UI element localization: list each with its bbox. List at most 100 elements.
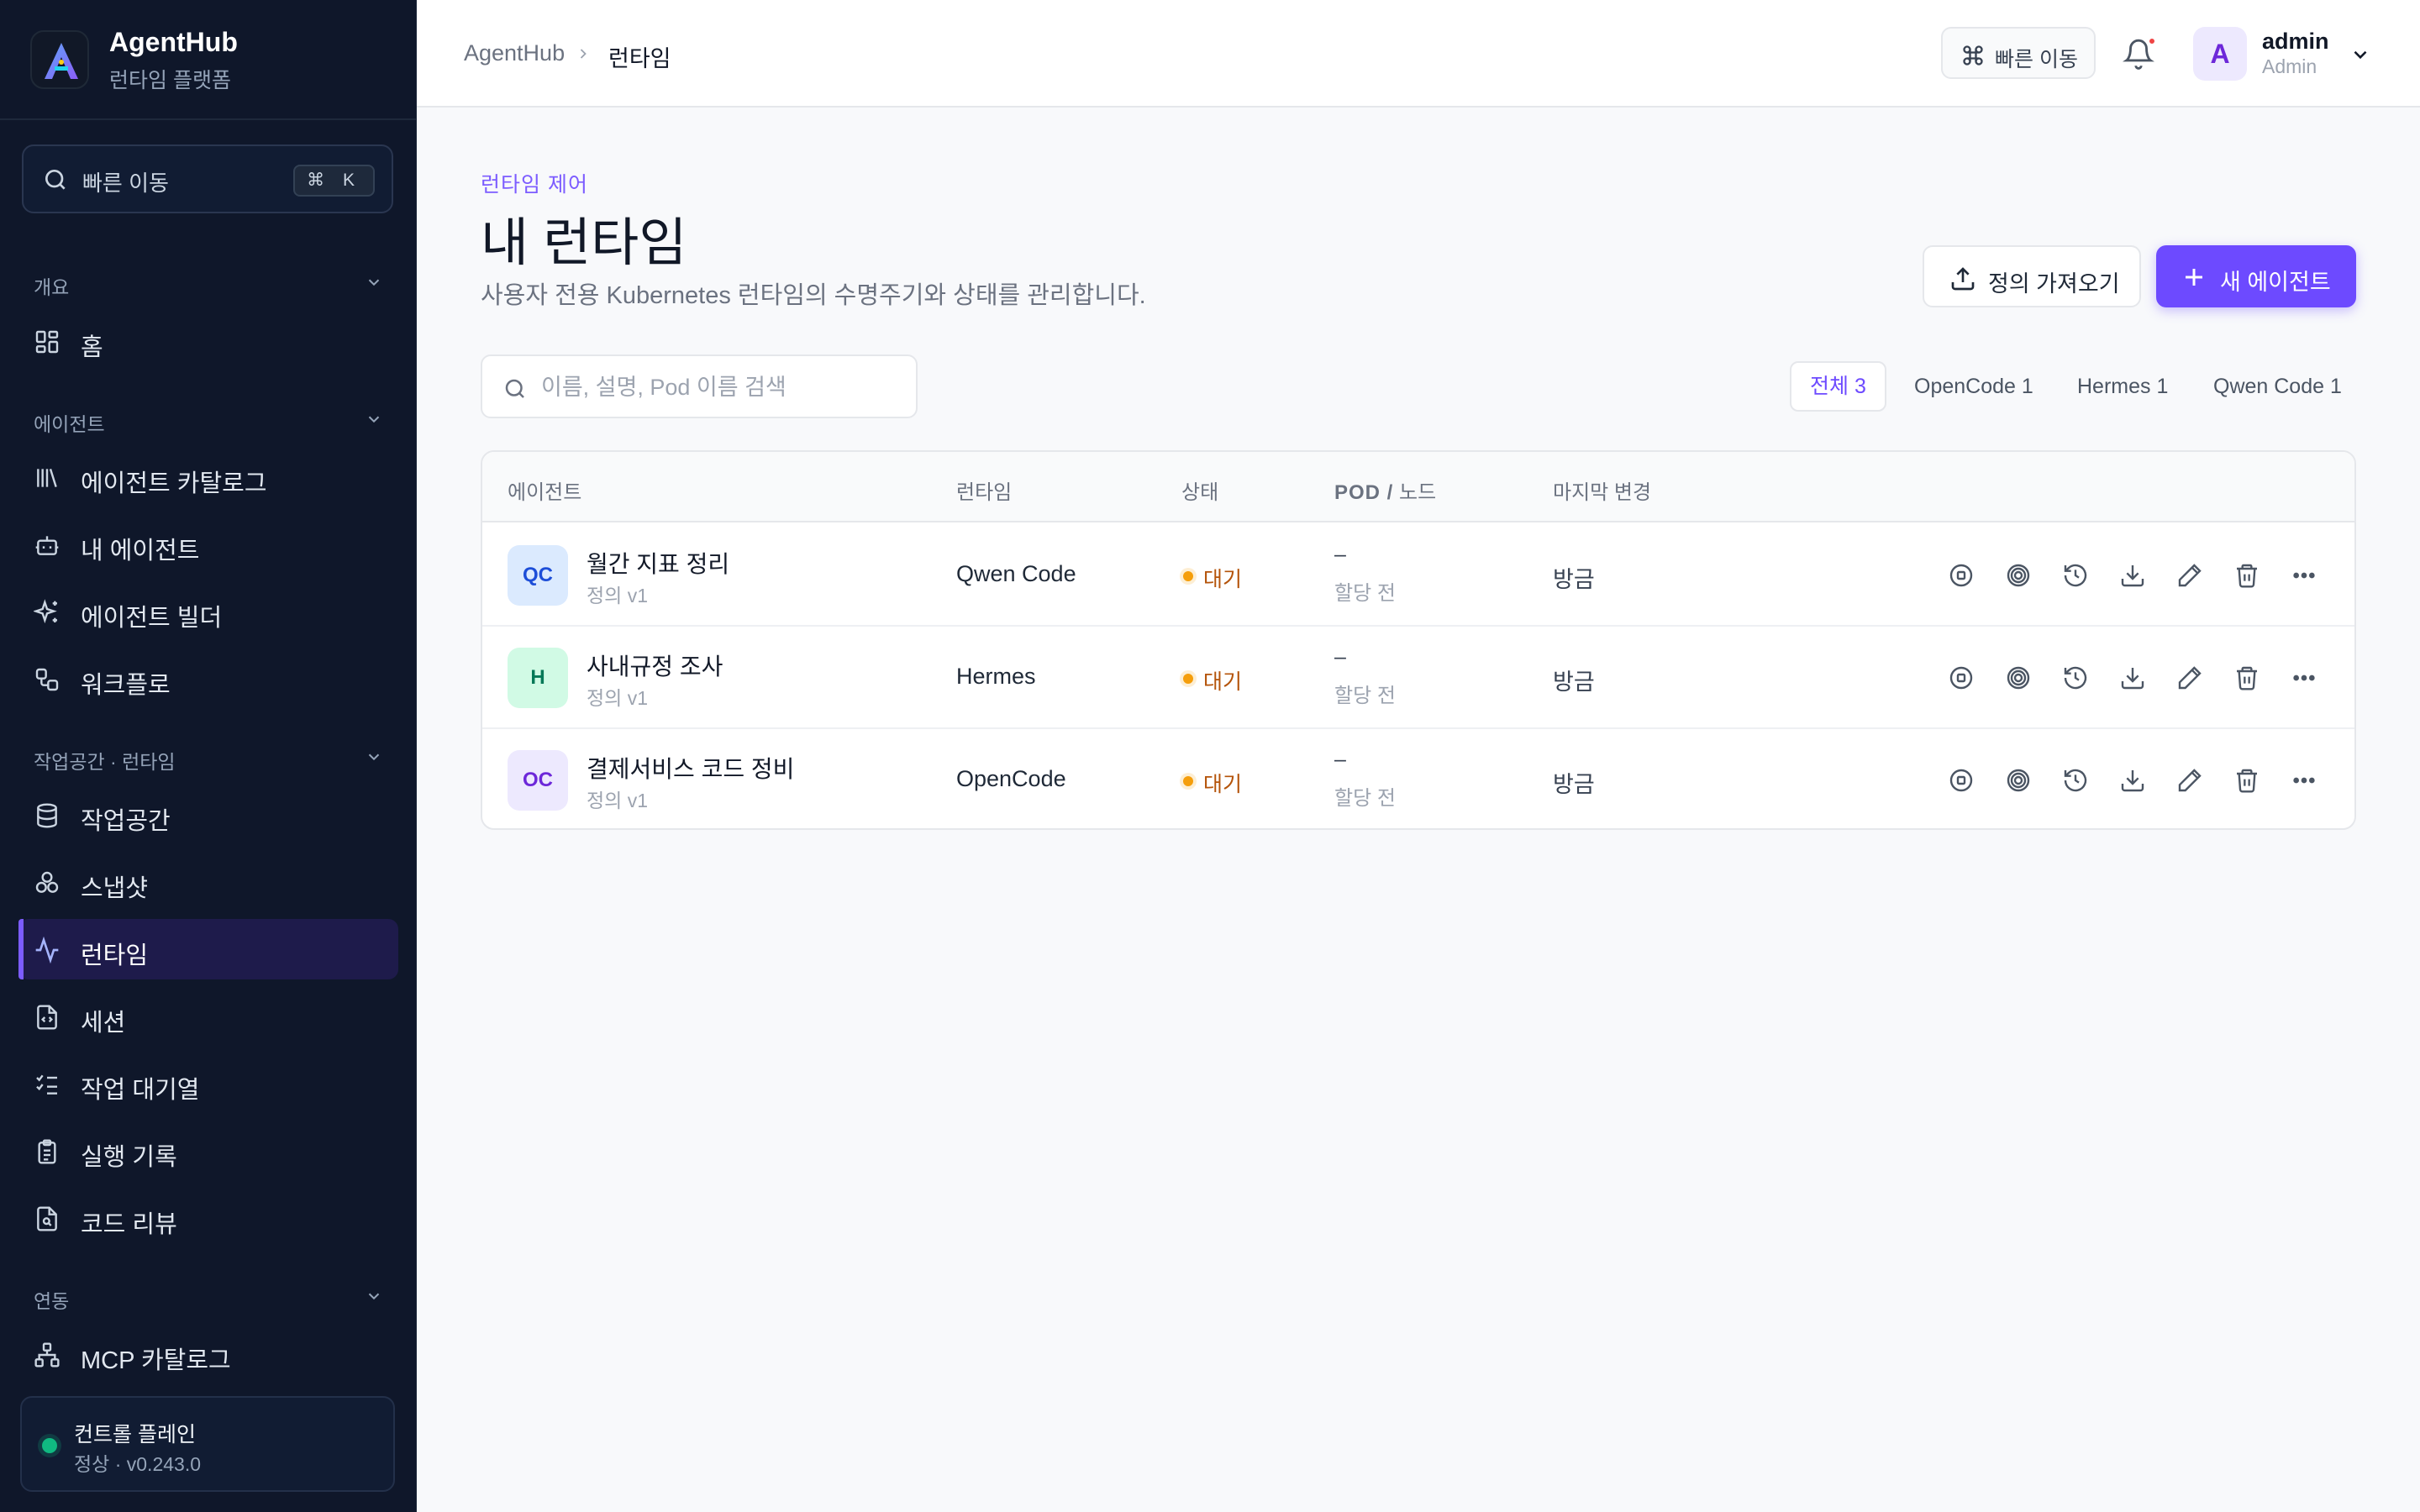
section-agents[interactable]: 에이전트 (34, 402, 383, 435)
avatar[interactable]: A (2193, 27, 2247, 81)
download-icon[interactable] (2119, 562, 2146, 589)
bot-icon (35, 536, 59, 555)
filter-all[interactable]: 전체 3 (1790, 361, 1886, 412)
stop-icon[interactable] (1948, 664, 1975, 691)
section-label: 에이전트 (34, 413, 105, 435)
trash-icon[interactable] (2233, 664, 2260, 691)
chevron-down-icon[interactable] (2349, 44, 2371, 66)
sidebar-item-home[interactable]: 홈 (18, 311, 398, 371)
search-icon (45, 170, 66, 190)
quick-nav-label: 빠른 이동 (1995, 48, 2078, 71)
edit-icon[interactable] (2176, 562, 2203, 589)
target-icon[interactable] (2005, 767, 2032, 794)
col-status[interactable]: 상태 (1181, 475, 1218, 505)
runtime-search[interactable] (481, 354, 918, 418)
status-badge: 대기 (1203, 568, 1243, 591)
last-changed: 방금 (1553, 669, 1595, 695)
breadcrumb-root[interactable]: AgentHub (464, 40, 565, 66)
section-integrations[interactable]: 연동 (34, 1278, 383, 1312)
search-input[interactable] (541, 371, 902, 403)
sidebar-item-runtime[interactable]: 런타임 (18, 919, 398, 979)
pod-name: – (1334, 748, 1346, 771)
control-plane-status[interactable]: 컨트롤 플레인 정상 · v0.243.0 (20, 1396, 395, 1492)
breadcrumb-current: 런타임 (608, 46, 671, 71)
sidebar-item-label: 내 에이전트 (81, 538, 200, 564)
download-icon[interactable] (2119, 767, 2146, 794)
stop-icon[interactable] (1948, 562, 1975, 589)
history-icon[interactable] (2062, 664, 2089, 691)
edit-icon[interactable] (2176, 664, 2203, 691)
table-row[interactable]: QC 월간 지표 정리 정의 v1 Qwen Code 대기 – 할당 전 방금 (482, 524, 2354, 627)
filter-opencode[interactable]: OpenCode 1 (1894, 361, 2054, 412)
more-icon[interactable] (2291, 767, 2317, 794)
logo-a-icon (45, 43, 78, 79)
upload-icon (1951, 267, 1975, 291)
notification-dot (2148, 37, 2156, 45)
status-badge: 대기 (1203, 670, 1243, 694)
col-runtime[interactable]: 런타임 (956, 475, 1012, 505)
stop-icon[interactable] (1948, 767, 1975, 794)
section-workspace-runtime[interactable]: 작업공간 · 런타임 (34, 739, 383, 773)
agent-name[interactable]: 결제서비스 코드 정비 (587, 751, 794, 785)
quick-nav-button[interactable]: 빠른 이동 (1941, 27, 2096, 79)
agent-version: 정의 v1 (587, 687, 649, 709)
chevron-down-icon (368, 1293, 380, 1300)
sidebar-item-label: 코드 리뷰 (81, 1211, 177, 1238)
agent-badge: H (508, 648, 568, 708)
trash-icon[interactable] (2233, 562, 2260, 589)
sidebar-item-session[interactable]: 세션 (18, 986, 398, 1047)
col-last-changed[interactable]: 마지막 변경 (1553, 475, 1651, 505)
col-pod-node[interactable]: POD / 노드 (1334, 475, 1436, 505)
sidebar-item-workflow[interactable]: 워크플로 (18, 648, 398, 709)
table-row[interactable]: H 사내규정 조사 정의 v1 Hermes 대기 – 할당 전 방금 (482, 627, 2354, 729)
target-icon[interactable] (2005, 664, 2032, 691)
sidebar-item-agent-catalog[interactable]: 에이전트 카탈로그 (18, 447, 398, 507)
sidebar-item-label: 에이전트 빌더 (81, 605, 223, 632)
sidebar-item-run-history[interactable]: 실행 기록 (18, 1121, 398, 1181)
sidebar-item-label: 에이전트 카탈로그 (81, 470, 267, 497)
runtime-table: 에이전트 런타임 상태 POD / 노드 마지막 변경 QC 월간 지표 정리 정의… (481, 450, 2356, 830)
sidebar-item-my-agents[interactable]: 내 에이전트 (18, 514, 398, 575)
sidebar-item-label: 워크플로 (81, 672, 171, 699)
status-detail: 정상 · v0.243.0 (74, 1453, 201, 1475)
sidebar-item-workspace[interactable]: 작업공간 (18, 785, 398, 845)
filter-hermes[interactable]: Hermes 1 (2057, 361, 2188, 412)
network-icon (34, 1342, 60, 1368)
sidebar-item-job-queue[interactable]: 작업 대기열 (18, 1053, 398, 1114)
table-row[interactable]: OC 결제서비스 코드 정비 정의 v1 OpenCode 대기 – 할당 전 방금 (482, 729, 2354, 828)
app-logo[interactable] (30, 30, 89, 89)
trash-icon[interactable] (2233, 767, 2260, 794)
filter-qwen-code[interactable]: Qwen Code 1 (2193, 361, 2362, 412)
page-description: 사용자 전용 Kubernetes 런타임의 수명주기와 상태를 관리합니다. (481, 282, 1146, 309)
shortcut-badge: ⌘ K (293, 165, 375, 197)
page-eyebrow: 런타임 제어 (481, 173, 588, 197)
history-icon[interactable] (2062, 562, 2089, 589)
edit-icon[interactable] (2176, 767, 2203, 794)
user-name[interactable]: admin (2262, 29, 2329, 55)
user-role: Admin (2262, 55, 2317, 77)
clipboard-icon (38, 1139, 56, 1164)
col-agent[interactable]: 에이전트 (508, 475, 581, 505)
agent-name[interactable]: 사내규정 조사 (587, 648, 723, 682)
app-subtitle: 런타임 플랫폼 (109, 69, 231, 92)
sidebar-search-label: 빠른 이동 (82, 171, 169, 196)
history-icon[interactable] (2062, 767, 2089, 794)
download-icon[interactable] (2119, 664, 2146, 691)
import-definition-button[interactable]: 정의 가져오기 (1923, 245, 2141, 307)
plus-icon (2186, 269, 2202, 286)
more-icon[interactable] (2291, 664, 2317, 691)
sidebar-item-snapshot[interactable]: 스냅샷 (18, 852, 398, 912)
sidebar-item-mcp-catalog[interactable]: MCP 카탈로그 (18, 1324, 398, 1384)
last-changed: 방금 (1553, 772, 1595, 797)
status-dot (1183, 571, 1193, 581)
target-icon[interactable] (2005, 562, 2032, 589)
page-title: 내 런타임 (481, 214, 687, 272)
section-overview[interactable]: 개요 (34, 265, 383, 298)
agent-name[interactable]: 월간 지표 정리 (587, 546, 729, 580)
section-label: 연동 (34, 1290, 70, 1312)
new-agent-button[interactable]: 새 에이전트 (2156, 245, 2356, 307)
more-icon[interactable] (2291, 562, 2317, 589)
sidebar-item-code-review[interactable]: 코드 리뷰 (18, 1188, 398, 1248)
sidebar-quick-search[interactable]: 빠른 이동 ⌘ K (22, 144, 393, 213)
sidebar-item-agent-builder[interactable]: 에이전트 빌더 (18, 581, 398, 642)
